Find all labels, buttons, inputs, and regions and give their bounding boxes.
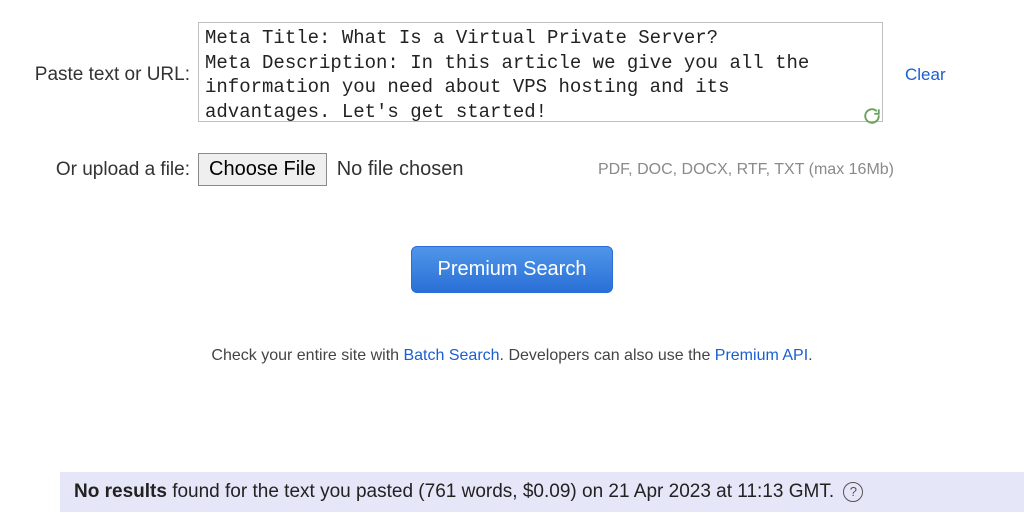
notice-prefix: Check your entire site with: [211, 347, 403, 364]
notice-middle: . Developers can also use the: [500, 347, 715, 364]
premium-search-button[interactable]: Premium Search: [411, 246, 614, 293]
site-notice: Check your entire site with Batch Search…: [0, 347, 1024, 365]
results-rest: found for the text you pasted (761 words…: [167, 481, 839, 502]
help-icon[interactable]: ?: [843, 482, 863, 502]
results-lead: No results: [74, 481, 167, 502]
clear-link[interactable]: Clear: [905, 65, 946, 85]
paste-textarea[interactable]: [198, 22, 883, 122]
paste-label: Paste text or URL:: [0, 64, 198, 86]
upload-label: Or upload a file:: [0, 159, 198, 181]
results-bar: No results found for the text you pasted…: [60, 472, 1024, 512]
batch-search-link[interactable]: Batch Search: [403, 347, 499, 364]
file-hint: PDF, DOC, DOCX, RTF, TXT (max 16Mb): [598, 161, 894, 179]
file-status: No file chosen: [337, 158, 464, 181]
choose-file-button[interactable]: Choose File: [198, 153, 327, 186]
notice-suffix: .: [808, 347, 812, 364]
premium-api-link[interactable]: Premium API: [715, 347, 808, 364]
